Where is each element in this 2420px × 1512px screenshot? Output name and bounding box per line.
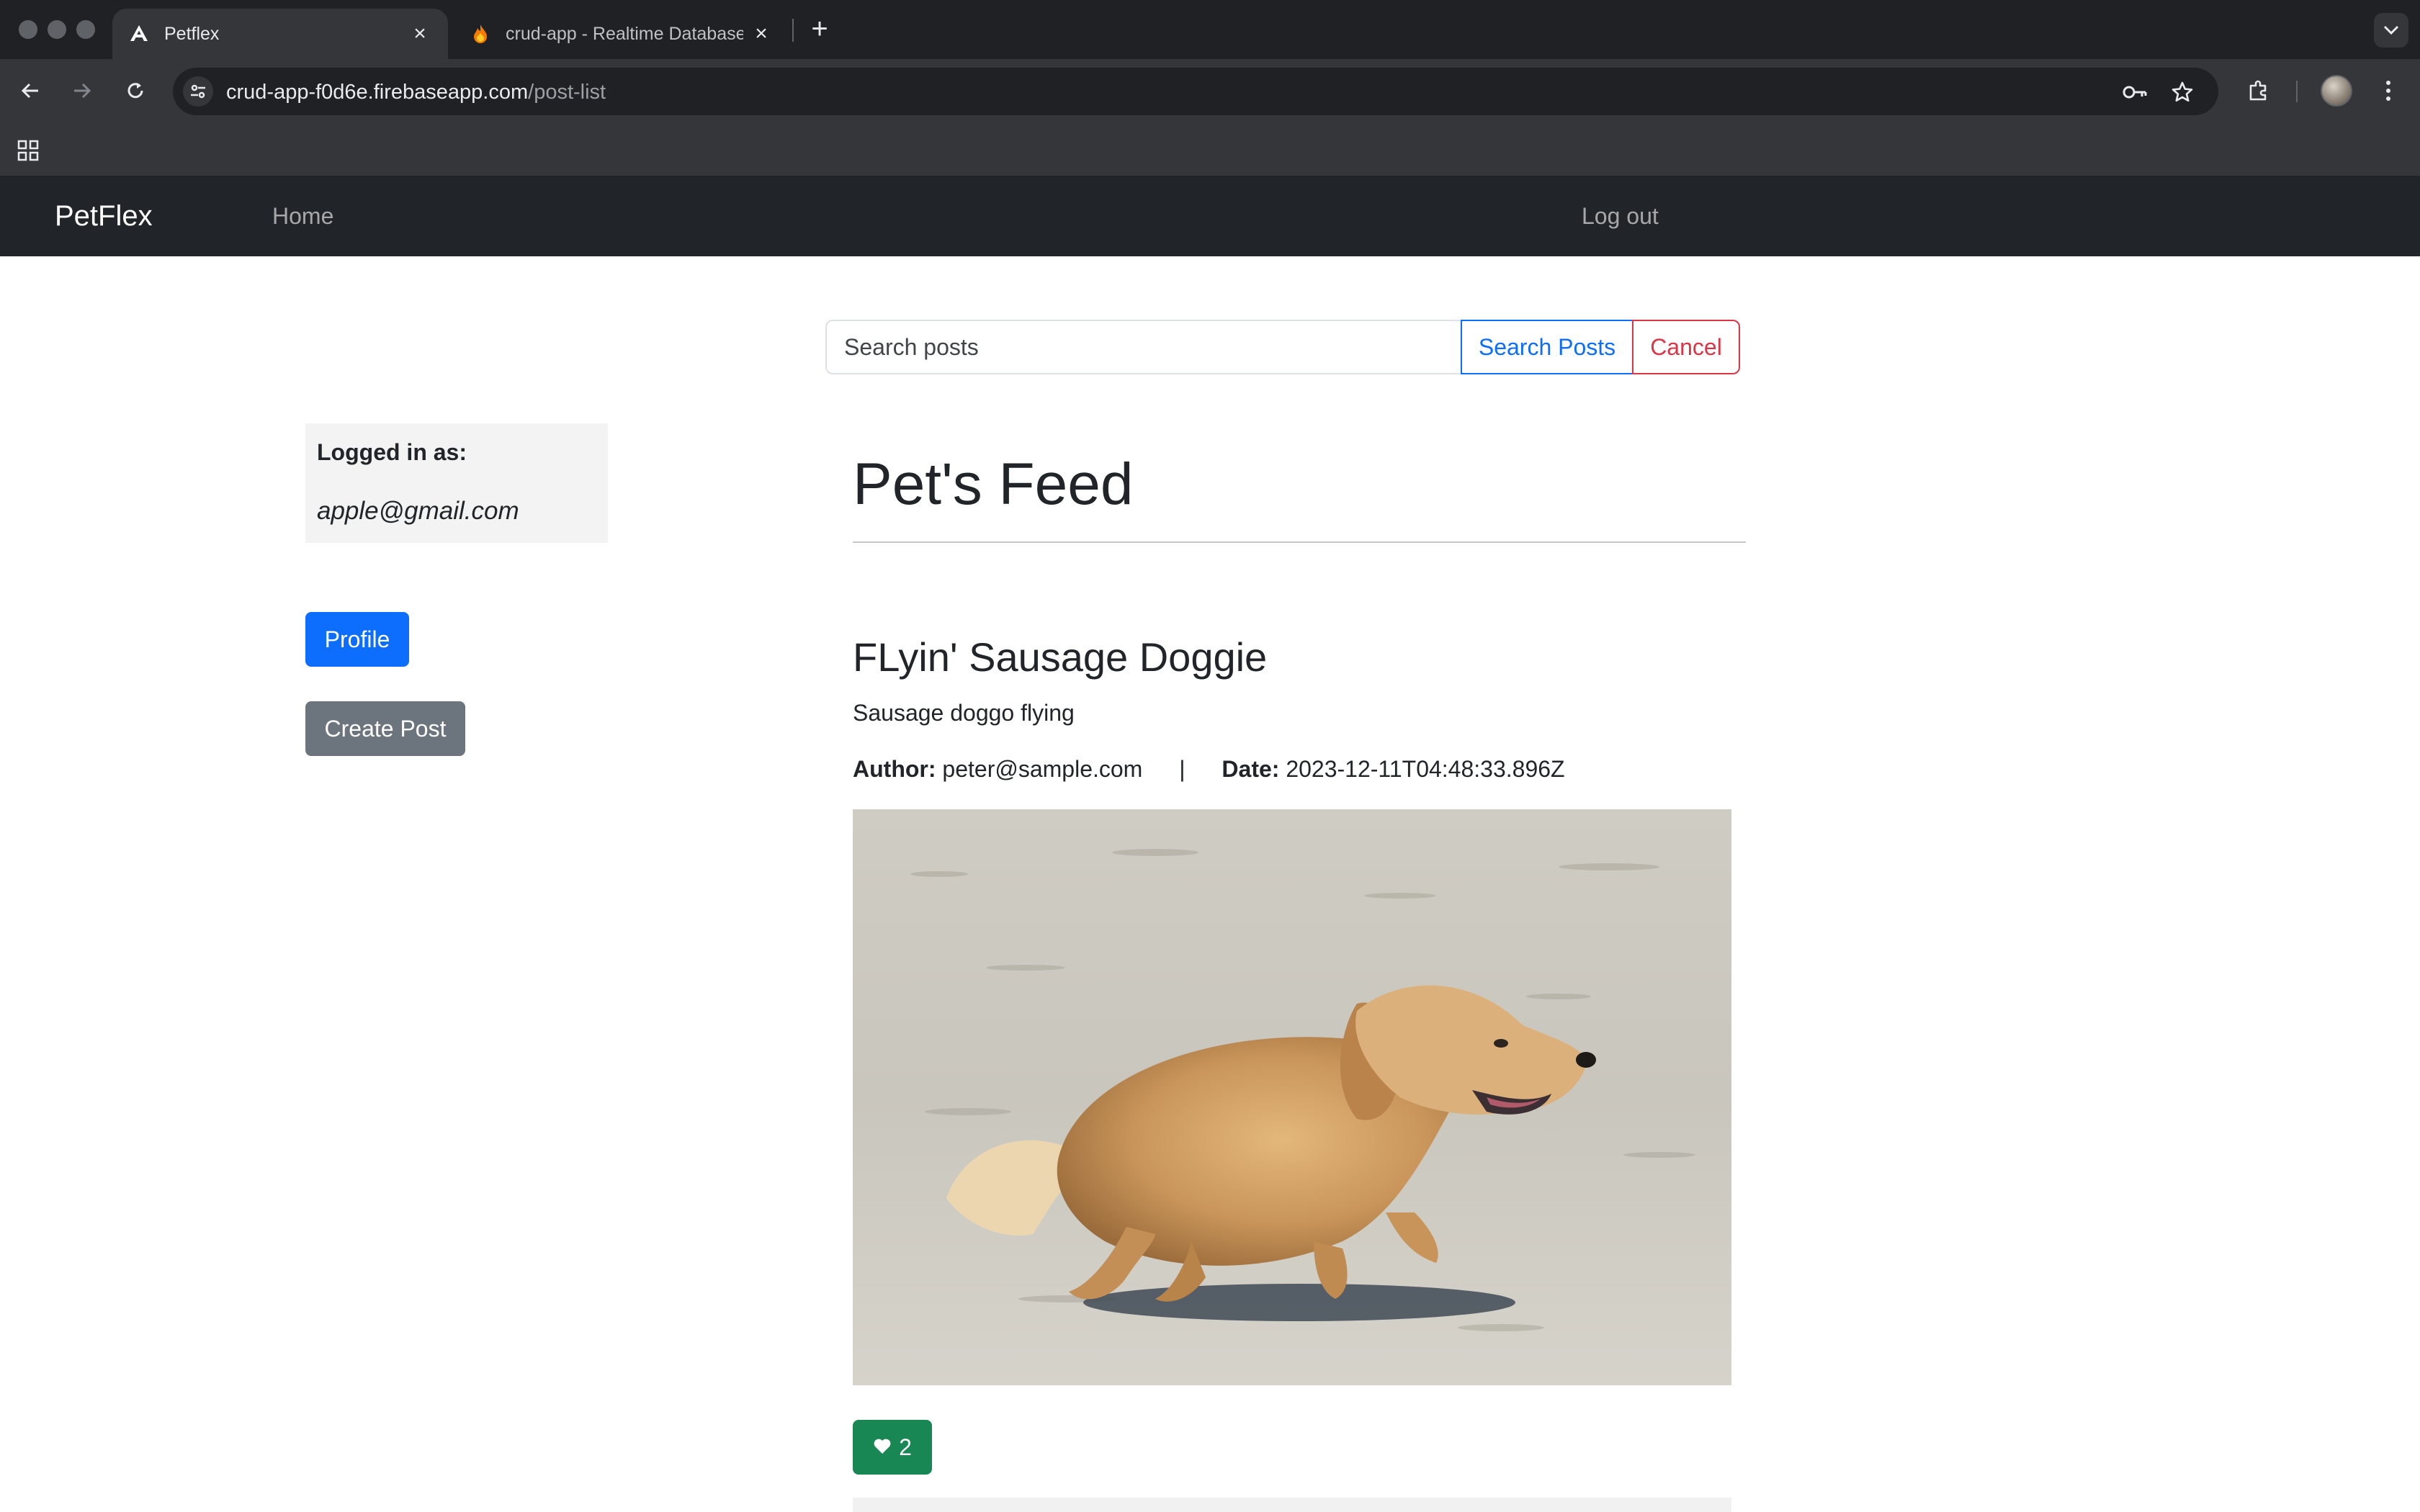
browser-toolbar: crud-app-f0d6e.firebaseapp.com/post-list (0, 59, 2420, 122)
create-post-button[interactable]: Create Post (305, 701, 465, 756)
window-minimize-dot[interactable] (48, 20, 66, 39)
browser-tab-firebase[interactable]: crud-app - Realtime Database × (454, 9, 789, 59)
nav-home-link[interactable]: Home (272, 203, 333, 230)
search-bar: Search Posts Cancel (825, 320, 1740, 374)
bookmark-star-icon[interactable] (2169, 79, 2195, 105)
post-image (853, 809, 1731, 1385)
tab-search-icon[interactable] (2374, 13, 2408, 48)
author-label: Author: (853, 756, 936, 782)
brand-logo[interactable]: PetFlex (55, 200, 153, 233)
url-path: /post-list (528, 81, 606, 104)
site-settings-icon[interactable] (183, 76, 213, 107)
cancel-button[interactable]: Cancel (1632, 320, 1740, 374)
search-posts-button[interactable]: Search Posts (1461, 320, 1634, 374)
close-icon[interactable]: × (750, 23, 772, 45)
reload-icon[interactable] (120, 75, 151, 107)
more-menu-icon[interactable] (2372, 75, 2404, 107)
new-tab-icon[interactable]: + (805, 14, 834, 43)
tab-divider (792, 19, 794, 42)
close-icon[interactable]: × (409, 23, 431, 45)
post-description: Sausage doggo flying (853, 700, 1075, 726)
tab-title: crud-app - Realtime Database (506, 23, 743, 44)
password-key-icon[interactable] (2122, 79, 2148, 105)
forward-arrow-icon[interactable] (66, 75, 98, 107)
url-text: crud-app-f0d6e.firebaseapp.com/post-list (226, 81, 606, 104)
bookmarks-bar (0, 122, 2420, 176)
search-input[interactable] (825, 320, 1462, 374)
profile-avatar[interactable] (2321, 75, 2352, 107)
apps-grid-icon[interactable] (16, 138, 40, 163)
extensions-puzzle-icon[interactable] (2243, 75, 2275, 107)
meta-separator: | (1179, 756, 1186, 782)
window-close-dot[interactable] (19, 20, 37, 39)
like-button[interactable]: 2 (853, 1420, 932, 1475)
user-email: apple@gmail.com (317, 497, 519, 525)
title-divider (853, 541, 1746, 543)
post-meta: Author: peter@sample.com | Date: 2023-12… (853, 756, 1565, 783)
next-post-card (853, 1498, 1731, 1512)
url-host: crud-app-f0d6e.firebaseapp.com (226, 81, 529, 104)
page-title: Pet's Feed (853, 451, 1134, 517)
post-date: 2023-12-11T04:48:33.896Z (1286, 756, 1565, 782)
firebase-flame-icon (470, 23, 491, 45)
window-zoom-dot[interactable] (76, 20, 95, 39)
profile-button[interactable]: Profile (305, 612, 409, 667)
address-bar[interactable]: crud-app-f0d6e.firebaseapp.com/post-list (173, 68, 2218, 115)
like-count: 2 (899, 1434, 912, 1460)
app-navbar: PetFlex Home Log out (0, 176, 2420, 256)
browser-tab-petflex[interactable]: Petflex × (112, 9, 448, 59)
heart-icon (873, 1434, 892, 1461)
browser-tab-bar: Petflex × crud-app - Realtime Database ×… (0, 0, 2420, 59)
date-label: Date: (1222, 756, 1280, 782)
back-arrow-icon[interactable] (14, 75, 46, 107)
tab-title: Petflex (164, 23, 220, 44)
logged-in-label: Logged in as: (317, 439, 467, 465)
logout-link[interactable]: Log out (1582, 203, 1659, 230)
post-author: peter@sample.com (942, 756, 1143, 782)
toolbar-divider (2296, 81, 2298, 102)
angular-logo-icon (128, 23, 150, 45)
post-title: FLyin' Sausage Doggie (853, 634, 1268, 680)
logged-in-card: Logged in as: apple@gmail.com (305, 423, 608, 543)
